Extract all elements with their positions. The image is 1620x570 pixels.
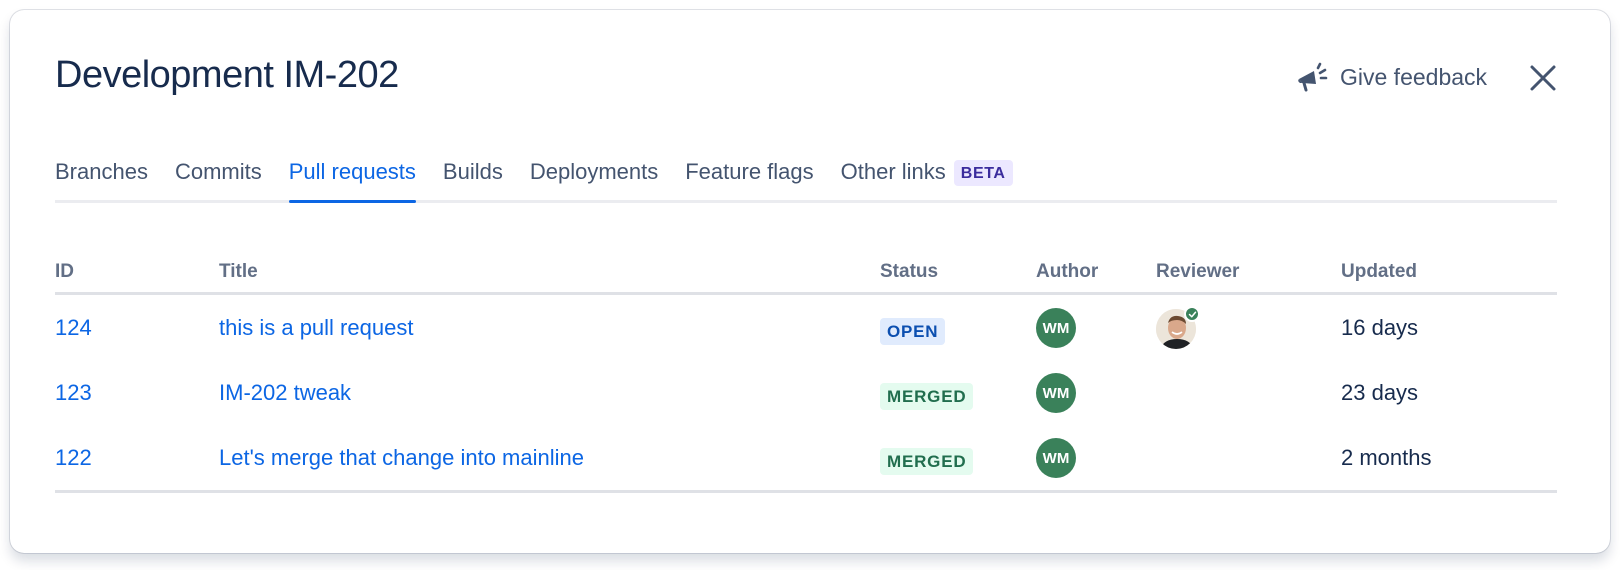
beta-badge: BETA — [953, 160, 1013, 186]
updated-time: 16 days — [1341, 315, 1419, 340]
tab-pull-requests[interactable]: Pull requests — [288, 156, 417, 203]
tab-label: Builds — [442, 159, 503, 184]
table-row: 124 this is a pull request OPEN WM 16 da… — [55, 295, 1557, 360]
dialog-title: Development IM-202 — [55, 54, 399, 96]
tab-other-links[interactable]: Other links BETA — [841, 156, 1013, 200]
header-reviewer[interactable]: Reviewer — [1156, 261, 1239, 283]
give-feedback-button[interactable]: Give feedback — [1296, 62, 1487, 92]
header-title[interactable]: Title — [219, 261, 258, 283]
header-author[interactable]: Author — [1036, 261, 1098, 283]
tab-label: Feature flags — [685, 159, 814, 184]
tab-deployments[interactable]: Deployments — [530, 156, 658, 200]
avatar-initials: WM — [1042, 319, 1070, 337]
tab-label: Branches — [55, 159, 148, 184]
tab-builds[interactable]: Builds — [443, 156, 503, 200]
approved-check-icon — [1184, 306, 1200, 322]
close-icon — [1530, 65, 1556, 91]
avatar-initials: WM — [1042, 384, 1070, 402]
tab-branches[interactable]: Branches — [55, 156, 148, 200]
updated-time: 23 days — [1341, 380, 1419, 405]
status-badge: MERGED — [880, 448, 974, 475]
header-updated[interactable]: Updated — [1341, 261, 1417, 283]
pull-requests-table: ID Title Status Author Reviewer Updated … — [55, 258, 1557, 493]
table-row: 123 IM-202 tweak MERGED WM 23 days — [55, 360, 1557, 425]
status-badge: OPEN — [880, 318, 946, 345]
tab-label: Commits — [174, 159, 262, 184]
megaphone-icon — [1298, 62, 1328, 92]
tab-list: Branches Commits Pull requests Builds De… — [55, 156, 1557, 203]
updated-time: 2 months — [1341, 445, 1432, 470]
pr-title-link[interactable]: IM-202 tweak — [219, 380, 351, 406]
tab-label: Pull requests — [288, 159, 416, 184]
author-avatar[interactable]: WM — [1036, 308, 1076, 348]
close-button[interactable] — [1528, 63, 1558, 93]
pr-id-link[interactable]: 123 — [55, 380, 92, 406]
pr-title-link[interactable]: Let's merge that change into mainline — [219, 445, 584, 471]
pr-id-link[interactable]: 122 — [55, 445, 92, 471]
header-status[interactable]: Status — [880, 261, 938, 283]
author-avatar[interactable]: WM — [1036, 373, 1076, 413]
header-id[interactable]: ID — [55, 261, 74, 283]
give-feedback-label: Give feedback — [1340, 63, 1488, 90]
avatar-initials: WM — [1042, 449, 1070, 467]
table-row: 122 Let's merge that change into mainlin… — [55, 425, 1557, 493]
author-avatar[interactable]: WM — [1036, 438, 1076, 478]
tab-label: Other links — [840, 159, 946, 184]
tab-label: Deployments — [529, 159, 659, 184]
status-badge: MERGED — [880, 383, 974, 410]
tab-commits[interactable]: Commits — [175, 156, 262, 200]
reviewer-avatar[interactable] — [1156, 306, 1200, 349]
pr-id-link[interactable]: 124 — [55, 315, 92, 341]
development-dialog: Development IM-202 Give feedback Branche… — [10, 10, 1610, 553]
table-header: ID Title Status Author Reviewer Updated — [55, 258, 1557, 295]
tab-feature-flags[interactable]: Feature flags — [685, 156, 813, 200]
pr-title-link[interactable]: this is a pull request — [219, 315, 413, 341]
